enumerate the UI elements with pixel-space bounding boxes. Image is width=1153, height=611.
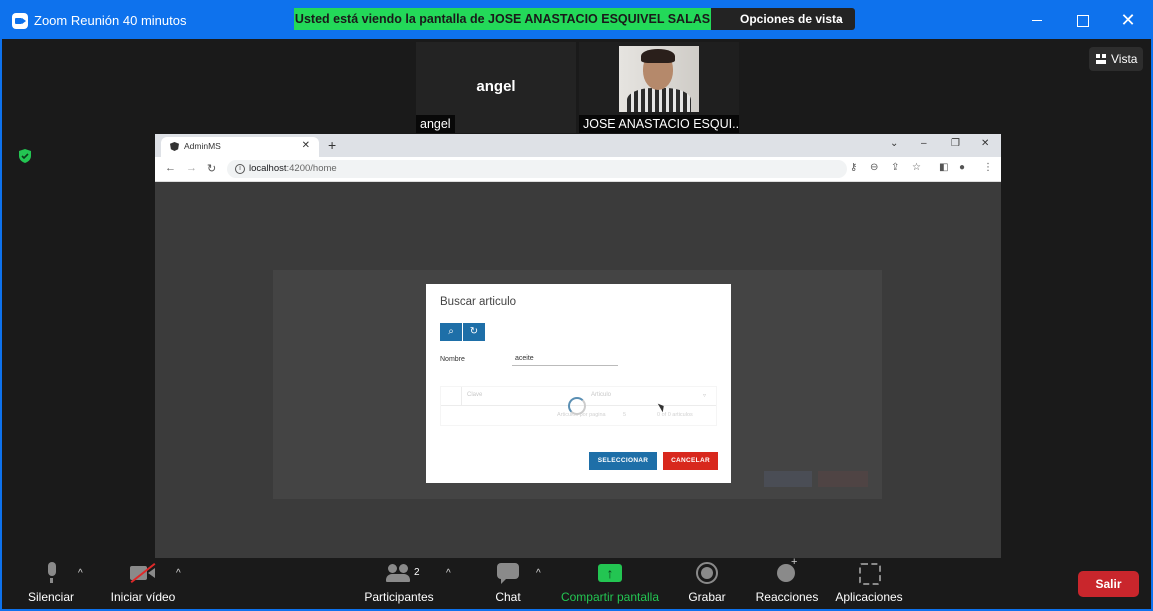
apps-label: Aplicaciones — [835, 590, 903, 604]
view-button-label: Vista — [1111, 52, 1138, 66]
participants-button[interactable]: Participantes — [362, 562, 436, 604]
title-bar: Zoom Reunión 40 minutos Usted está viend… — [2, 2, 1151, 39]
participants-count: 2 — [414, 567, 420, 578]
column-header-articulo[interactable]: Articulo — [591, 392, 611, 398]
search-icon: ⌕ — [448, 326, 454, 337]
menu-icon[interactable]: ⋮ — [983, 162, 993, 173]
participants-label: Participantes — [364, 590, 434, 604]
screen-share-banner: Usted está viendo la pantalla de JOSE AN… — [294, 8, 711, 30]
participant-video — [619, 46, 699, 112]
reactions-button[interactable]: Reacciones — [754, 556, 820, 604]
close-button[interactable]: ✕ — [1120, 11, 1136, 29]
reload-icon[interactable]: ↻ — [207, 162, 216, 175]
record-label: Grabar — [688, 590, 726, 604]
chat-label: Chat — [495, 590, 521, 604]
participant-name-large: angel — [476, 78, 516, 95]
minimize-button[interactable] — [1029, 12, 1045, 28]
chevron-up-icon[interactable]: ^ — [176, 568, 181, 579]
refresh-icon: ↻ — [469, 326, 479, 337]
share-screen-icon — [598, 562, 622, 584]
url-host: localhost — [249, 163, 287, 174]
sort-icon[interactable]: ▿ — [703, 392, 706, 399]
reactions-label: Reacciones — [755, 590, 819, 604]
video-off-icon — [130, 562, 156, 584]
share-icon[interactable]: ⇪ — [891, 162, 899, 173]
browser-close-icon[interactable]: ✕ — [981, 138, 989, 149]
participant-tile-jose[interactable]: JOSE ANASTACIO ESQUI... — [579, 42, 739, 133]
microphone-icon — [45, 562, 57, 584]
apps-button[interactable]: Aplicaciones — [833, 562, 905, 604]
zoom-window: Zoom Reunión 40 minutos Usted está viend… — [0, 0, 1153, 611]
participants-icon — [386, 562, 412, 584]
zoom-app-icon — [12, 13, 28, 29]
share-label: Compartir pantalla — [560, 590, 660, 604]
angular-favicon-icon — [170, 142, 179, 151]
forward-icon[interactable]: → — [186, 162, 197, 174]
cancel-button[interactable]: CANCELAR — [663, 452, 718, 470]
start-video-button[interactable]: Iniciar vídeo — [108, 562, 178, 604]
gallery-icon — [1096, 54, 1106, 64]
view-button[interactable]: Vista — [1089, 47, 1143, 71]
column-header-clave[interactable]: Clave — [467, 392, 482, 398]
chevron-down-icon: ⌄ — [835, 13, 844, 24]
browser-tab[interactable]: AdminMS ✕ — [161, 137, 319, 157]
search-article-dialog: Buscar articulo ⌕ ↻ Nombre aceite Clave … — [426, 284, 731, 483]
tab-search-icon[interactable]: ⌄ — [890, 138, 898, 149]
url-path: :4200/home — [286, 163, 337, 174]
browser-tab-bar: AdminMS ✕ + ⌄ – ❐ ✕ — [155, 134, 1001, 157]
browser-tab-title: AdminMS — [184, 141, 221, 151]
close-tab-icon[interactable]: ✕ — [302, 140, 310, 151]
leave-button[interactable]: Salir — [1078, 571, 1139, 597]
chat-icon — [497, 562, 519, 584]
name-input[interactable]: aceite — [512, 352, 618, 366]
loading-spinner-icon — [568, 397, 586, 415]
browser-minimize-icon[interactable]: – — [921, 138, 927, 149]
smiley-icon — [775, 556, 799, 584]
new-tab-icon[interactable]: + — [328, 137, 336, 153]
record-icon — [696, 562, 718, 584]
bookmark-star-icon[interactable]: ☆ — [912, 162, 921, 173]
side-panel-icon[interactable]: ◧ — [939, 162, 948, 173]
video-label: Iniciar vídeo — [110, 590, 176, 604]
maximize-button[interactable] — [1074, 12, 1090, 28]
chevron-up-icon[interactable]: ^ — [78, 568, 83, 579]
chevron-up-icon[interactable]: ^ — [446, 568, 451, 579]
security-shield-icon[interactable] — [17, 148, 33, 164]
chevron-up-icon[interactable]: ^ — [536, 568, 541, 579]
window-title: Zoom Reunión 40 minutos — [34, 13, 187, 28]
zoom-icon[interactable]: ⊖ — [870, 162, 878, 173]
profile-icon[interactable]: ● — [959, 162, 965, 173]
refresh-button[interactable]: ↻ — [463, 323, 485, 341]
participant-label: JOSE ANASTACIO ESQUI... — [579, 115, 739, 133]
search-button[interactable]: ⌕ — [440, 323, 462, 341]
mute-button[interactable]: Silenciar — [26, 562, 76, 604]
name-label: Nombre — [440, 356, 465, 363]
share-screen-button[interactable]: Compartir pantalla — [559, 562, 661, 604]
range-label: 0 of 0 articulos — [657, 412, 693, 418]
back-icon[interactable]: ← — [165, 162, 176, 174]
shared-screen-browser: AdminMS ✕ + ⌄ – ❐ ✕ ← → ↻ i localhost:42… — [155, 134, 1001, 558]
view-options-button[interactable]: Opciones de vista ⌄ — [711, 8, 855, 30]
browser-restore-icon[interactable]: ❐ — [951, 138, 960, 149]
participant-tile-angel[interactable]: angel angel — [416, 42, 576, 133]
mute-label: Silenciar — [27, 590, 75, 604]
url-field[interactable]: i localhost:4200/home — [227, 160, 847, 178]
key-icon[interactable]: ⚷ — [850, 162, 857, 173]
per-page-select[interactable]: 5 — [623, 412, 626, 418]
apps-icon — [859, 562, 881, 585]
record-button[interactable]: Grabar — [686, 562, 728, 604]
browser-address-bar: ← → ↻ i localhost:4200/home ⚷ ⊖ ⇪ ☆ ◧ ● … — [155, 157, 1001, 182]
info-icon[interactable]: i — [235, 164, 245, 174]
chat-button[interactable]: Chat — [492, 562, 524, 604]
dialog-title: Buscar articulo — [440, 296, 517, 308]
meeting-toolbar: Silenciar ^ Iniciar vídeo ^ Participante… — [2, 556, 1151, 609]
select-button[interactable]: SELECCIONAR — [589, 452, 657, 470]
participant-label: angel — [416, 115, 455, 133]
view-options-label: Opciones de vista — [740, 12, 843, 26]
